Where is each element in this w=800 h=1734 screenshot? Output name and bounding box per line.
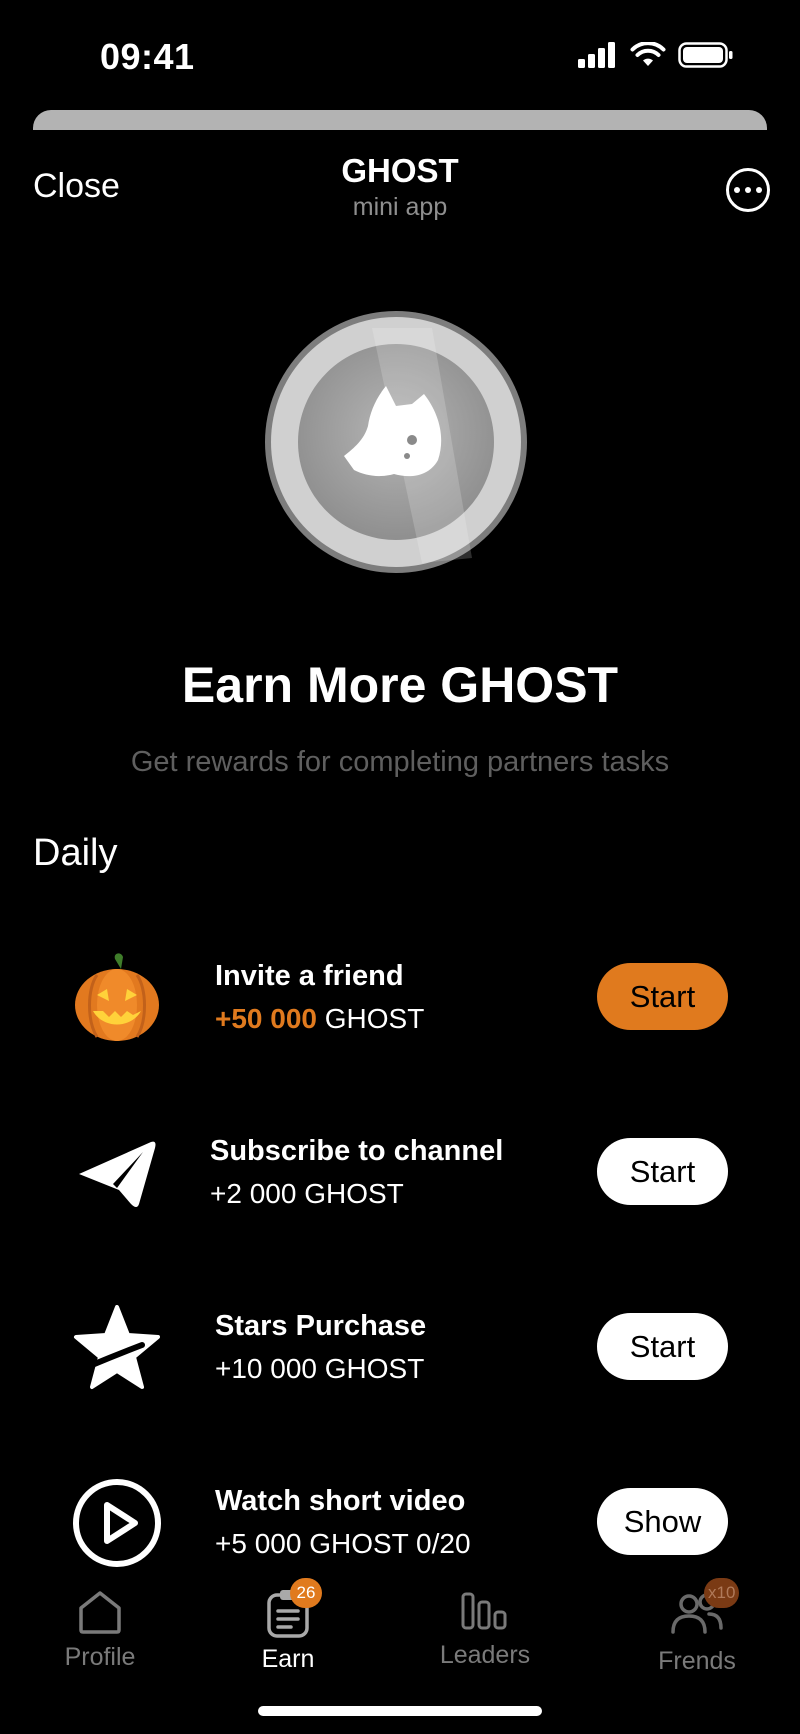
task-title: Watch short video bbox=[215, 1485, 466, 1517]
section-title-daily: Daily bbox=[33, 832, 118, 874]
bar-chart-icon bbox=[461, 1592, 507, 1630]
multiplier-badge: x10 bbox=[704, 1578, 740, 1608]
home-indicator bbox=[258, 1706, 542, 1716]
ellipsis-circle-icon[interactable] bbox=[726, 168, 770, 212]
hero-title: Earn More GHOST bbox=[181, 657, 619, 713]
task-title: Invite a friend bbox=[215, 960, 404, 992]
task-title: Stars Purchase bbox=[215, 1310, 427, 1342]
nav-label: Frends bbox=[658, 1647, 736, 1675]
cellular-signal-icon bbox=[578, 42, 615, 68]
task-reward: +10 000 GHOST bbox=[215, 1353, 425, 1384]
nav-item-profile[interactable]: Profile bbox=[20, 1590, 180, 1672]
task-reward-unit: GHOST bbox=[317, 1003, 425, 1034]
pumpkin-icon bbox=[67, 947, 167, 1047]
notification-badge: 26 bbox=[290, 1578, 322, 1608]
home-icon bbox=[79, 1591, 121, 1634]
nav-label: Profile bbox=[64, 1643, 136, 1671]
task-reward: +5 000 GHOST 0/20 bbox=[215, 1528, 471, 1559]
sheet-top-bar bbox=[33, 110, 767, 130]
task-title: Subscribe to channel bbox=[210, 1135, 504, 1167]
start-button[interactable]: Start bbox=[597, 1313, 728, 1380]
battery-icon bbox=[678, 42, 733, 68]
start-button[interactable]: Start bbox=[597, 1138, 728, 1205]
app-subtitle: mini app bbox=[352, 193, 448, 221]
ghost-coin-icon bbox=[265, 311, 527, 573]
show-button[interactable]: Show bbox=[597, 1488, 728, 1555]
status-time: 09:41 bbox=[100, 36, 195, 77]
task-reward: +2 000 GHOST bbox=[210, 1178, 404, 1209]
nav-label: Earn bbox=[261, 1645, 315, 1673]
hero-subtitle: Get rewards for completing partners task… bbox=[130, 746, 670, 778]
start-button[interactable]: Start bbox=[597, 963, 728, 1030]
play-circle-icon bbox=[67, 1473, 167, 1573]
nav-item-frends[interactable]: Frends x10 bbox=[617, 1578, 777, 1676]
task-reward-amount: +50 000 bbox=[215, 1003, 317, 1034]
nav-item-earn[interactable]: Earn 26 bbox=[208, 1578, 368, 1674]
nav-label: Leaders bbox=[439, 1641, 531, 1669]
telegram-paper-plane-icon bbox=[67, 1123, 167, 1223]
status-icons bbox=[578, 42, 734, 68]
app-title: GHOST bbox=[341, 152, 459, 189]
star-icon bbox=[67, 1298, 167, 1398]
task-reward: +50 000 GHOST bbox=[215, 1003, 424, 1035]
nav-item-leaders[interactable]: Leaders bbox=[405, 1592, 565, 1670]
wifi-icon bbox=[630, 42, 666, 66]
